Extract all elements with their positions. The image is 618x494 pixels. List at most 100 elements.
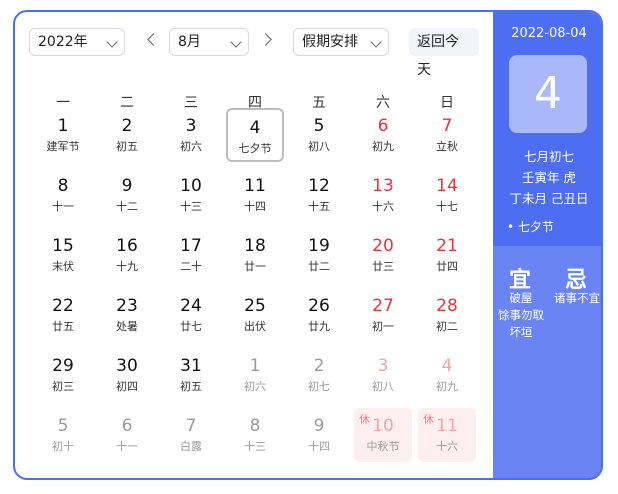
selected-day-number: 4 [509,55,587,133]
yi-item: 坏垣 [509,325,533,339]
day-number: 7 [441,116,453,136]
day-cell[interactable]: 9 十四 [290,408,348,462]
day-number: 14 [436,176,458,196]
day-cell[interactable]: 2 初五 [98,108,156,162]
day-cell[interactable]: 4 七夕节 [226,108,284,162]
day-cell[interactable]: 26 廿九 [290,288,348,342]
day-cell[interactable]: 22 廿五 [34,288,92,342]
day-cell[interactable]: 1 建军节 [34,108,92,162]
day-cell[interactable]: 29 初三 [34,348,92,402]
day-cell[interactable]: 21 廿四 [418,228,476,282]
day-number: 12 [308,176,330,196]
day-number: 21 [436,236,458,256]
day-cell[interactable]: 20 廿三 [354,228,412,282]
day-cell[interactable]: 14 十七 [418,168,476,222]
lunar-label: 出伏 [244,320,266,333]
day-cell[interactable]: 13 十六 [354,168,412,222]
lunar-label: 十三 [180,200,202,213]
lunar-label: 十五 [308,200,330,213]
day-cell[interactable]: 19 廿二 [290,228,348,282]
day-cell[interactable]: 16 十九 [98,228,156,282]
day-cell[interactable]: 7 立秋 [418,108,476,162]
back-to-today-button[interactable]: 返回今天 [409,28,479,78]
day-number: 27 [372,296,394,316]
holiday-select[interactable]: 假期安排 [293,28,389,56]
day-cell[interactable]: 24 廿七 [162,288,220,342]
day-cell[interactable]: 17 二十 [162,228,220,282]
chevron-down-icon [230,36,242,48]
year-select-value: 2022年 [38,34,88,50]
day-cell[interactable]: 15 末伏 [34,228,92,282]
year-select[interactable]: 2022年 [29,28,125,56]
month-select[interactable]: 8月 [169,28,249,56]
day-number: 9 [121,176,133,196]
day-cell[interactable]: 3 初六 [162,108,220,162]
lunar-label: 初四 [116,380,138,393]
day-cell[interactable]: 3 初八 [354,348,412,402]
day-number: 18 [244,236,266,256]
day-number: 3 [377,356,389,376]
day-cell[interactable]: 28 初二 [418,288,476,342]
day-number: 15 [52,236,74,256]
day-number: 5 [57,416,69,436]
lunar-label: 初五 [180,380,202,393]
lunar-label: 十九 [116,260,138,273]
calendar-toolbar: 2022年 8月 假期安排 返回今天 [29,28,479,78]
day-cell[interactable]: 31 初五 [162,348,220,402]
lunar-label: 廿四 [436,260,458,273]
day-cell[interactable]: 12 十五 [290,168,348,222]
festival-label: • 七夕节 [507,220,554,234]
yi-item: 馀事勿取 [498,308,544,322]
lunar-label: 十六 [436,440,458,453]
day-number: 29 [52,356,74,376]
day-number: 7 [185,416,197,436]
lunar-label: 十四 [244,200,266,213]
day-number: 22 [52,296,74,316]
lunar-label: 廿二 [308,260,330,273]
day-cell[interactable]: 6 十一 [98,408,156,462]
day-number: 11 [436,416,458,436]
day-cell[interactable]: 1 初六 [226,348,284,402]
day-cell[interactable]: 休 10 中秋节 [354,408,412,462]
day-cell[interactable]: 5 初八 [290,108,348,162]
day-cell[interactable]: 18 廿一 [226,228,284,282]
day-cell[interactable]: 8 十一 [34,168,92,222]
lunar-label: 七夕节 [238,142,272,155]
day-number: 6 [121,416,133,436]
weekday-header: 一 二 三 四 五 六 日 [31,92,479,111]
day-number: 2 [313,356,325,376]
day-number: 4 [249,118,261,138]
lunar-label: 初六 [244,380,266,393]
day-cell[interactable]: 8 十三 [226,408,284,462]
lunar-label: 廿七 [180,320,202,333]
day-cell[interactable]: 11 十四 [226,168,284,222]
ganzhi-month-day: 丁未月 己丑日 [509,191,589,206]
lunar-label: 初九 [372,140,394,153]
day-cell[interactable]: 10 十三 [162,168,220,222]
next-month-icon[interactable] [259,33,272,46]
day-number: 30 [116,356,138,376]
day-cell[interactable]: 9 十二 [98,168,156,222]
day-cell[interactable]: 5 初十 [34,408,92,462]
day-number: 17 [180,236,202,256]
day-cell[interactable]: 7 白露 [162,408,220,462]
holiday-select-value: 假期安排 [302,34,358,50]
lunar-label: 十四 [308,440,330,453]
day-cell[interactable]: 4 初九 [418,348,476,402]
day-cell[interactable]: 30 初四 [98,348,156,402]
lunar-label: 初八 [308,140,330,153]
lunar-label: 十三 [244,440,266,453]
prev-month-icon[interactable] [147,33,160,46]
day-cell[interactable]: 6 初九 [354,108,412,162]
calendar-main: 2022年 8月 假期安排 返回今天 一 二 三 四 五 六 日 1 建军节 2 初 [15,12,493,478]
day-cell[interactable]: 休 11 十六 [418,408,476,462]
day-cell[interactable]: 25 出伏 [226,288,284,342]
day-cell[interactable]: 2 初七 [290,348,348,402]
lunar-label: 二十 [180,260,202,273]
day-number: 31 [180,356,202,376]
day-number: 19 [308,236,330,256]
day-cell[interactable]: 23 处暑 [98,288,156,342]
day-number: 16 [116,236,138,256]
selected-date: 2022-08-04 [511,26,587,41]
day-cell[interactable]: 27 初一 [354,288,412,342]
